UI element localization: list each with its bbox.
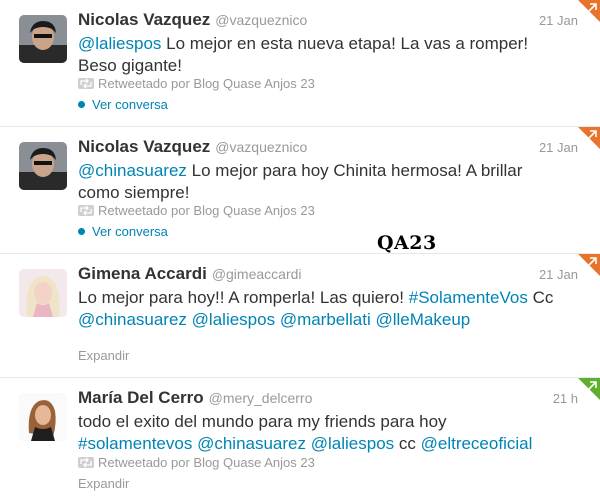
author-name[interactable]: Gimena Accardi: [78, 264, 207, 283]
retweeted-by-text: Retweetado por Blog Quase Anjos 23: [98, 76, 315, 91]
avatar[interactable]: [19, 269, 67, 317]
mention-link[interactable]: @laliespos: [192, 310, 275, 329]
mention-link[interactable]: @marbellati: [280, 310, 371, 329]
tweet-text: @laliespos Lo mejor en esta nueva etapa!…: [78, 33, 558, 77]
retweet-icon: [78, 205, 94, 216]
mention-link[interactable]: @eltreceoficial: [421, 434, 533, 453]
expand-link[interactable]: Expandir: [78, 348, 129, 363]
watermark-text: QA23: [377, 232, 437, 254]
mention-link[interactable]: @chinasuarez: [197, 434, 306, 453]
retweeted-corner-icon: [578, 0, 600, 22]
mention-link[interactable]: @chinasuarez: [78, 161, 187, 180]
conversation-dot-icon: [78, 228, 85, 235]
tweet-item[interactable]: Gimena Accardi @gimeaccardi 21 Jan Lo mej…: [0, 254, 600, 378]
tweet-text: todo el exito del mundo para my friends …: [78, 411, 558, 455]
tweet-time[interactable]: 21 Jan: [539, 13, 578, 28]
tweet-item[interactable]: Nicolas Vazquez @vazqueznico 21 Jan @chin…: [0, 127, 600, 254]
retweeted-corner-icon: [578, 254, 600, 276]
retweeted-by-text: Retweetado por Blog Quase Anjos 23: [98, 455, 315, 470]
view-conversation-label[interactable]: Ver conversa: [92, 224, 168, 239]
tweet-header: Nicolas Vazquez @vazqueznico 21 Jan: [78, 10, 588, 32]
author-name[interactable]: Nicolas Vazquez: [78, 10, 210, 29]
text-segment: Cc: [527, 288, 554, 307]
mention-link[interactable]: @laliespos: [78, 34, 161, 53]
tweet-item[interactable]: Nicolas Vazquez @vazqueznico 21 Jan @lali…: [0, 0, 600, 127]
author-name-wrapper[interactable]: María Del Cerro @mery_delcerro: [78, 388, 312, 408]
text-segment: cc: [394, 434, 421, 453]
author-handle[interactable]: @vazqueznico: [215, 12, 307, 28]
avatar-image: [19, 393, 67, 441]
retweeted-corner-icon: [578, 127, 600, 149]
author-name[interactable]: María Del Cerro: [78, 388, 204, 407]
tweet-time[interactable]: 21 Jan: [539, 140, 578, 155]
tweet-header: Gimena Accardi @gimeaccardi 21 Jan: [78, 264, 588, 286]
tweet-header: Nicolas Vazquez @vazqueznico 21 Jan: [78, 137, 588, 159]
tweet-item[interactable]: María Del Cerro @mery_delcerro 21 h todo …: [0, 378, 600, 503]
retweet-icon: [78, 457, 94, 468]
tweet-time[interactable]: 21 Jan: [539, 267, 578, 282]
author-name-wrapper[interactable]: Nicolas Vazquez @vazqueznico: [78, 137, 307, 157]
avatar-image: [19, 15, 67, 63]
mention-link[interactable]: @lleMakeup: [376, 310, 471, 329]
avatar[interactable]: [19, 393, 67, 441]
text-segment: Lo mejor para hoy!! A romperla! Las quie…: [78, 288, 409, 307]
author-name[interactable]: Nicolas Vazquez: [78, 137, 210, 156]
retweet-info: Retweetado por Blog Quase Anjos 23: [78, 455, 315, 470]
view-conversation-label[interactable]: Ver conversa: [92, 97, 168, 112]
view-conversation-link[interactable]: Ver conversa: [78, 224, 168, 239]
expand-label[interactable]: Expandir: [78, 348, 129, 363]
avatar[interactable]: [19, 142, 67, 190]
expand-link[interactable]: Expandir: [78, 476, 129, 491]
mention-link[interactable]: @laliespos: [311, 434, 394, 453]
avatar-image: [19, 142, 67, 190]
avatar-image: [19, 269, 67, 317]
retweet-info: Retweetado por Blog Quase Anjos 23: [78, 76, 315, 91]
retweet-info: Retweetado por Blog Quase Anjos 23: [78, 203, 315, 218]
author-handle[interactable]: @vazqueznico: [215, 139, 307, 155]
retweeted-corner-icon: [578, 378, 600, 400]
text-segment: todo el exito del mundo para my friends …: [78, 412, 447, 431]
hashtag-link[interactable]: #solamentevos: [78, 434, 192, 453]
conversation-dot-icon: [78, 101, 85, 108]
tweet-text: Lo mejor para hoy!! A romperla! Las quie…: [78, 287, 558, 331]
tweet-timeline: Nicolas Vazquez @vazqueznico 21 Jan @lali…: [0, 0, 600, 503]
author-handle[interactable]: @mery_delcerro: [209, 390, 313, 406]
author-name-wrapper[interactable]: Gimena Accardi @gimeaccardi: [78, 264, 302, 284]
author-handle[interactable]: @gimeaccardi: [212, 266, 302, 282]
retweet-icon: [78, 78, 94, 89]
mention-link[interactable]: @chinasuarez: [78, 310, 187, 329]
tweet-header: María Del Cerro @mery_delcerro 21 h: [78, 388, 588, 410]
tweet-time[interactable]: 21 h: [553, 391, 578, 406]
expand-label[interactable]: Expandir: [78, 476, 129, 491]
hashtag-link[interactable]: #SolamenteVos: [409, 288, 528, 307]
view-conversation-link[interactable]: Ver conversa: [78, 97, 168, 112]
avatar[interactable]: [19, 15, 67, 63]
author-name-wrapper[interactable]: Nicolas Vazquez @vazqueznico: [78, 10, 307, 30]
retweeted-by-text: Retweetado por Blog Quase Anjos 23: [98, 203, 315, 218]
tweet-text: @chinasuarez Lo mejor para hoy Chinita h…: [78, 160, 558, 204]
